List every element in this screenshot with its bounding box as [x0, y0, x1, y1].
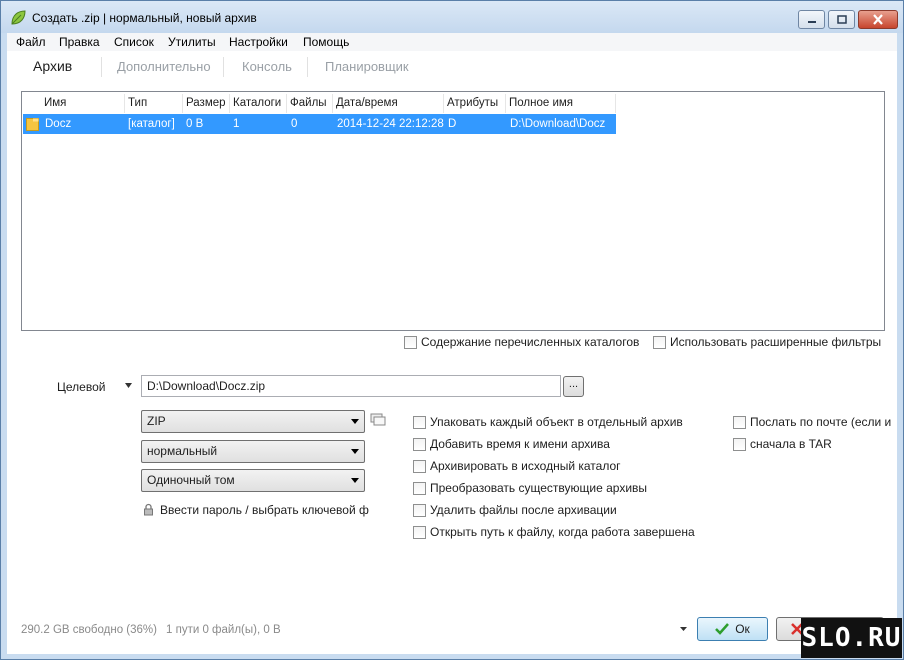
- minimize-icon: [807, 20, 816, 23]
- option-send-mail[interactable]: Послать по почте (если и: [733, 415, 891, 429]
- archive-to-source-label: Архивировать в исходный каталог: [430, 459, 621, 473]
- window-title: Создать .zip | нормальный, новый архив: [32, 11, 257, 25]
- target-label: Целевой: [57, 380, 106, 394]
- close-button[interactable]: [858, 10, 898, 29]
- cell-fullname: D:\Download\Docz: [510, 118, 606, 130]
- option-archive-to-source[interactable]: Архивировать в исходный каталог: [413, 459, 621, 473]
- lock-icon: [144, 503, 153, 516]
- selection-summary: 1 пути 0 файл(ы), 0 B: [166, 624, 281, 636]
- send-mail-checkbox[interactable]: [733, 415, 746, 429]
- tab-advanced[interactable]: Дополнительно: [117, 59, 211, 74]
- advanced-filters-label: Использовать расширенные фильтры: [670, 335, 882, 349]
- main-window: Создать .zip | нормальный, новый архив Ф…: [0, 0, 904, 660]
- password-link[interactable]: Ввести пароль / выбрать ключевой ф: [160, 503, 369, 517]
- column-header-name[interactable]: Имя: [41, 94, 125, 113]
- open-path-label: Открыть путь к файлу, когда работа завер…: [430, 525, 695, 539]
- option-delete-after[interactable]: Удалить файлы после архивации: [413, 503, 617, 517]
- ok-button-label: Ок: [735, 622, 750, 636]
- option-tar-first[interactable]: сначала в TAR: [733, 437, 832, 451]
- advanced-filters-option[interactable]: Использовать расширенные фильтры: [653, 335, 881, 349]
- convert-archives-label: Преобразовать существующие архивы: [430, 481, 648, 495]
- maximize-icon: [836, 15, 847, 24]
- volume-select[interactable]: Одиночный том: [141, 469, 365, 492]
- tab-separator: [307, 57, 308, 77]
- ok-button[interactable]: Ок: [697, 617, 768, 641]
- column-header-datetime[interactable]: Дата/время: [333, 94, 444, 113]
- menu-utilities[interactable]: Утилиты: [168, 35, 216, 49]
- tab-archive[interactable]: Архив: [33, 58, 72, 74]
- option-convert-archives[interactable]: Преобразовать существующие архивы: [413, 481, 647, 495]
- send-mail-label: Послать по почте (если и: [750, 415, 892, 429]
- tar-first-label: сначала в TAR: [750, 437, 832, 451]
- delete-after-checkbox[interactable]: [413, 503, 426, 517]
- folder-icon: [26, 118, 39, 131]
- volume-select-value: Одиночный том: [147, 473, 235, 487]
- chevron-down-icon: [351, 419, 359, 424]
- add-time-label: Добавить время к имени архива: [430, 437, 610, 451]
- watermark-logo: SLO.RU: [801, 618, 902, 658]
- cell-datetime: 2014-12-24 22:12:28: [337, 118, 444, 130]
- convert-archives-checkbox[interactable]: [413, 481, 426, 495]
- menu-help[interactable]: Помощь: [303, 35, 349, 49]
- open-path-checkbox[interactable]: [413, 525, 426, 539]
- chevron-down-icon: [351, 449, 359, 454]
- peazip-leaf-icon: [11, 10, 26, 25]
- chevron-down-icon: [351, 478, 359, 483]
- cell-size: 0 B: [186, 118, 204, 130]
- target-dropdown-icon[interactable]: [124, 382, 133, 389]
- title-bar[interactable]: Создать .zip | нормальный, новый архив: [1, 1, 903, 33]
- tab-separator: [223, 57, 224, 77]
- column-header-fullname[interactable]: Полное имя: [506, 94, 616, 113]
- tab-scheduler[interactable]: Планировщик: [325, 59, 409, 74]
- column-header-size[interactable]: Размер: [183, 94, 230, 113]
- tab-separator: [101, 57, 102, 77]
- target-path-input[interactable]: D:\Download\Docz.zip: [141, 375, 561, 397]
- menu-bar: Файл Правка Список Утилиты Настройки Пом…: [7, 33, 897, 51]
- table-row[interactable]: Docz [каталог] 0 B 1 0 2014-12-24 22:12:…: [23, 114, 616, 134]
- minimize-button[interactable]: [798, 10, 825, 29]
- delete-after-label: Удалить файлы после архивации: [430, 503, 617, 517]
- cell-type: [каталог]: [128, 118, 175, 130]
- separate-archives-checkbox[interactable]: [413, 415, 426, 429]
- browse-button[interactable]: ...: [563, 376, 584, 397]
- format-select-value: ZIP: [147, 414, 166, 428]
- compression-select[interactable]: нормальный: [141, 440, 365, 463]
- archive-to-source-checkbox[interactable]: [413, 459, 426, 473]
- column-header-type[interactable]: Тип: [125, 94, 183, 113]
- menu-list[interactable]: Список: [114, 35, 154, 49]
- cell-dirs: 1: [233, 118, 240, 130]
- close-icon: [873, 14, 883, 25]
- menu-edit[interactable]: Правка: [59, 35, 100, 49]
- tab-console[interactable]: Консоль: [242, 59, 292, 74]
- maximize-button[interactable]: [828, 10, 855, 29]
- format-info-icon[interactable]: [370, 413, 386, 427]
- options-dropdown-icon[interactable]: [679, 626, 688, 632]
- option-separate-archives[interactable]: Упаковать каждый объект в отдельный архи…: [413, 415, 683, 429]
- include-dirs-label: Содержание перечисленных каталогов: [421, 335, 640, 349]
- column-header-dirs[interactable]: Каталоги: [230, 94, 287, 113]
- advanced-filters-checkbox[interactable]: [653, 335, 666, 349]
- cell-name: Docz: [45, 118, 72, 130]
- cell-files: 0: [291, 118, 298, 130]
- free-space-status: 290.2 GB свободно (36%): [21, 624, 157, 636]
- option-open-path[interactable]: Открыть путь к файлу, когда работа завер…: [413, 525, 695, 539]
- column-header-files[interactable]: Файлы: [287, 94, 333, 113]
- cell-attributes: D: [448, 118, 457, 130]
- format-select[interactable]: ZIP: [141, 410, 365, 433]
- include-dirs-option[interactable]: Содержание перечисленных каталогов: [404, 335, 639, 349]
- option-add-time[interactable]: Добавить время к имени архива: [413, 437, 610, 451]
- add-time-checkbox[interactable]: [413, 437, 426, 451]
- menu-settings[interactable]: Настройки: [229, 35, 288, 49]
- dialog-content: Архив Дополнительно Консоль Планировщик …: [7, 51, 897, 654]
- include-dirs-checkbox[interactable]: [404, 335, 417, 349]
- checkmark-icon: [715, 623, 730, 635]
- tar-first-checkbox[interactable]: [733, 437, 746, 451]
- menu-file[interactable]: Файл: [16, 35, 46, 49]
- file-list[interactable]: Имя Тип Размер Каталоги Файлы Дата/время…: [21, 91, 885, 331]
- compression-select-value: нормальный: [147, 444, 218, 458]
- column-header-attributes[interactable]: Атрибуты: [444, 94, 506, 113]
- separate-archives-label: Упаковать каждый объект в отдельный архи…: [430, 415, 683, 429]
